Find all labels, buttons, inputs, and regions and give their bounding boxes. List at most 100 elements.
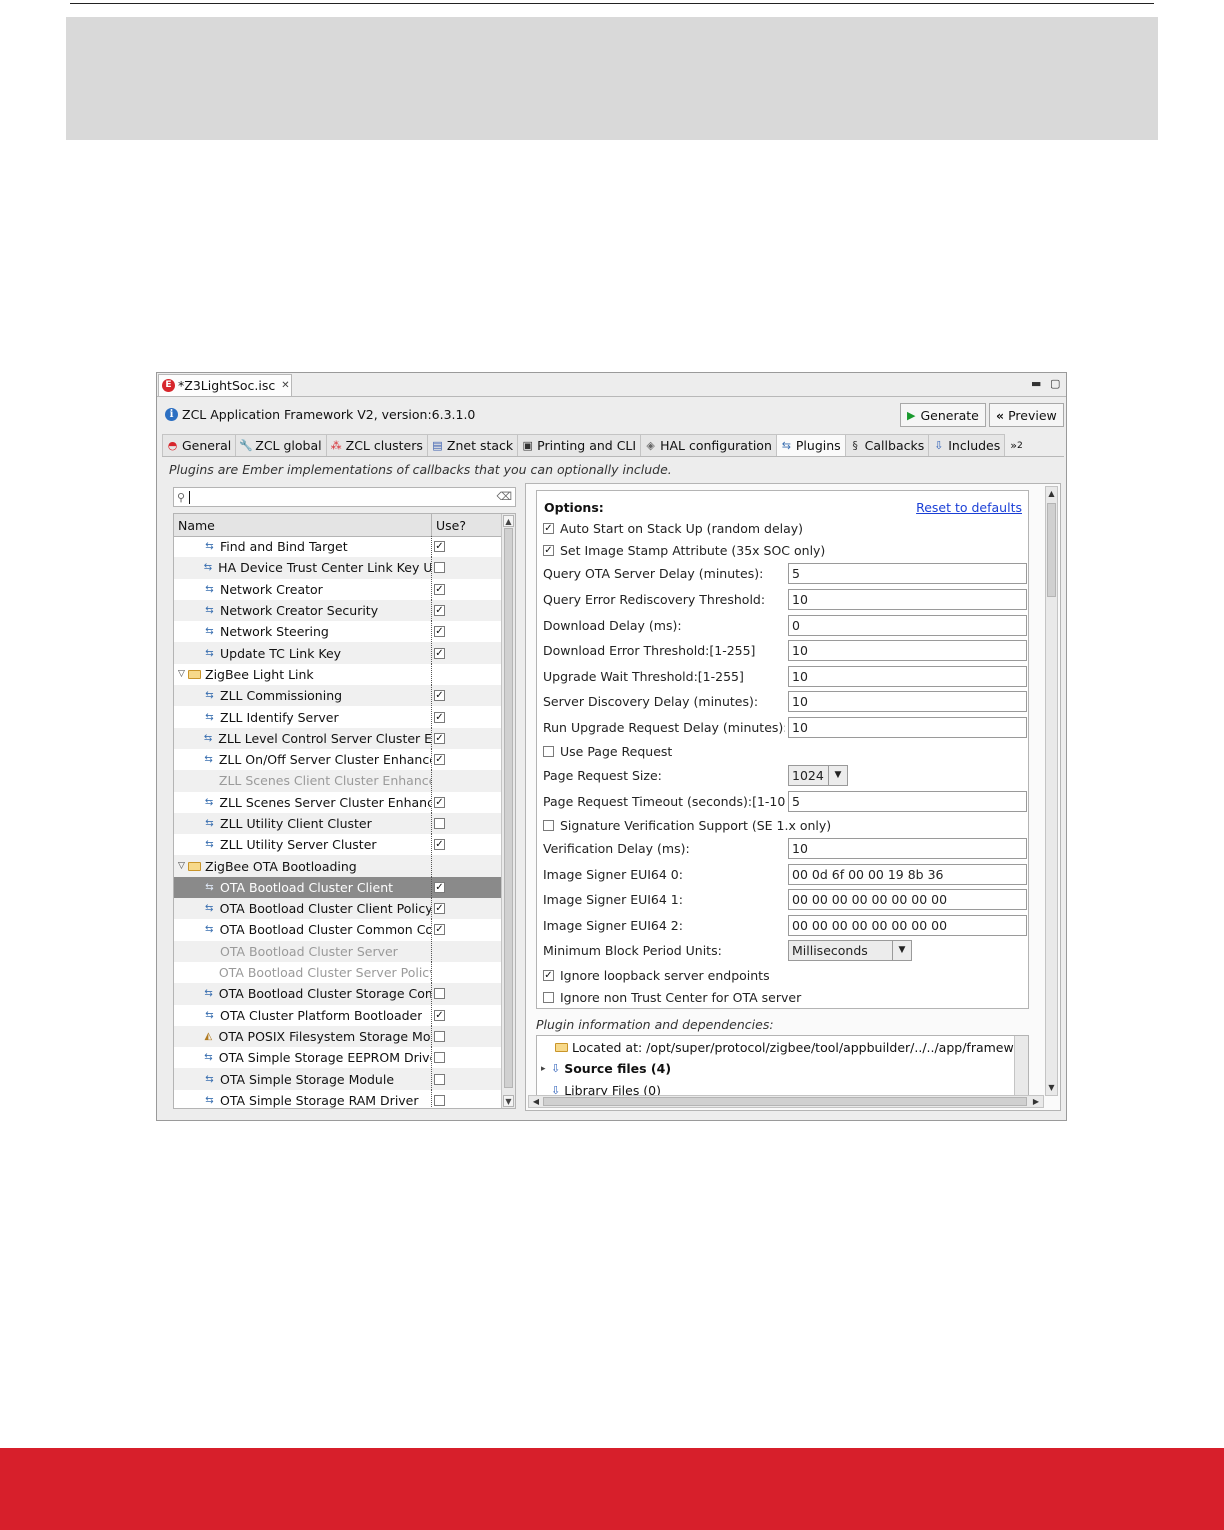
dropdown-arrow-icon[interactable]: ▼	[892, 940, 911, 960]
located-row[interactable]: Located at: /opt/super/protocol/zigbee/t…	[555, 1037, 1027, 1058]
close-tab-icon[interactable]: ✕	[281, 380, 289, 391]
tree-group-row[interactable]: ▽ ZigBee OTA Bootloading	[174, 855, 501, 877]
use-checkbox[interactable]: ✓	[434, 732, 445, 744]
tab-zcl-clusters[interactable]: ⁂ ZCL clusters	[325, 434, 428, 456]
filter-input[interactable]: ⚲ ⌫	[173, 487, 516, 507]
scroll-down-icon[interactable]: ▼	[1046, 1082, 1057, 1094]
table-row[interactable]: ⇆ OTA Bootload Cluster Client ✓	[174, 876, 501, 899]
table-row[interactable]: ZLL Scenes Client Cluster Enhance	[174, 770, 501, 792]
scroll-thumb[interactable]	[1047, 503, 1056, 597]
scroll-up-icon[interactable]: ▲	[1046, 488, 1057, 500]
table-row[interactable]: ⇆ OTA Simple Storage RAM Driver	[174, 1089, 501, 1108]
option-checkbox[interactable]: ✓	[543, 969, 554, 981]
table-row[interactable]: ⇆ ZLL Utility Server Cluster ✓	[174, 834, 501, 856]
options-scrollbar[interactable]: ▲ ▼	[1045, 486, 1058, 1096]
expand-arrow-icon[interactable]: ▸	[541, 1064, 551, 1074]
use-checkbox[interactable]: ✓	[434, 881, 445, 893]
scroll-up-icon[interactable]: ▲	[503, 515, 514, 527]
table-row[interactable]: ⇆ ZLL On/Off Server Cluster Enhance ✓	[174, 749, 501, 771]
option-input[interactable]: 10	[788, 716, 1027, 738]
generate-button[interactable]: ▶ Generate	[900, 403, 986, 427]
collapse-arrow-icon[interactable]: ▽	[178, 861, 188, 871]
use-checkbox[interactable]	[434, 562, 445, 574]
use-checkbox[interactable]: ✓	[434, 924, 445, 936]
use-checkbox[interactable]: ✓	[434, 903, 445, 915]
option-input[interactable]: 00 00 00 00 00 00 00 00	[788, 888, 1027, 910]
table-row[interactable]: ⇆ ZLL Level Control Server Cluster En ✓	[174, 727, 501, 749]
table-row[interactable]: ⇆ OTA Bootload Cluster Storage Com	[174, 983, 501, 1005]
table-row[interactable]: ⇆ Update TC Link Key ✓	[174, 642, 501, 664]
option-checkbox-row[interactable]: Ignore non Trust Center for OTA server	[543, 986, 1023, 1008]
source-files-row[interactable]: ▸ ⇩ Source files (4)	[541, 1058, 671, 1079]
tab-includes[interactable]: ⇩ Includes	[928, 434, 1006, 456]
tab-zcl-global[interactable]: 🔧 ZCL global	[235, 434, 327, 456]
tab-hal-configuration[interactable]: ◈ HAL configuration	[640, 434, 777, 456]
use-checkbox[interactable]: ✓	[434, 1009, 445, 1021]
table-row[interactable]: ⇆ ZLL Identify Server ✓	[174, 706, 501, 728]
use-checkbox[interactable]	[434, 1073, 445, 1085]
use-checkbox[interactable]: ✓	[434, 839, 445, 851]
use-checkbox[interactable]: ✓	[434, 796, 445, 808]
use-checkbox[interactable]	[434, 1094, 445, 1106]
option-checkbox[interactable]	[543, 819, 554, 831]
tab-callbacks[interactable]: § Callbacks	[844, 434, 930, 456]
use-checkbox[interactable]: ✓	[434, 583, 445, 595]
tab-plugins[interactable]: ⇆ Plugins	[775, 434, 846, 456]
options-hscrollbar[interactable]: ◀ ▶	[528, 1095, 1044, 1108]
hscroll-thumb[interactable]	[543, 1097, 1027, 1106]
table-row[interactable]: ⇆ ZLL Utility Client Cluster	[174, 812, 501, 835]
option-input[interactable]: 10	[788, 639, 1027, 661]
dropdown-arrow-icon[interactable]: ▼	[828, 765, 847, 785]
table-row[interactable]: ⇆ ZLL Commissioning ✓	[174, 685, 501, 707]
table-row[interactable]: ⇆ Network Creator Security ✓	[174, 599, 501, 622]
editor-tab[interactable]: E *Z3LightSoc.isc ✕	[158, 374, 292, 396]
table-row[interactable]: ⇆ OTA Simple Storage EEPROM Drive	[174, 1047, 501, 1069]
table-row[interactable]: ⇆ OTA Cluster Platform Bootloader ✓	[174, 1004, 501, 1026]
scroll-left-icon[interactable]: ◀	[530, 1096, 542, 1107]
more-tabs-button[interactable]: » 2	[1010, 434, 1023, 456]
option-checkbox-row[interactable]: ✓ Set Image Stamp Attribute (35x SOC only…	[543, 539, 1023, 561]
option-input[interactable]: 10	[788, 837, 1027, 859]
option-input[interactable]: 10	[788, 665, 1027, 687]
option-input[interactable]: 5	[788, 562, 1027, 584]
use-checkbox[interactable]	[434, 988, 445, 1000]
table-row[interactable]: ⇆ Network Creator ✓	[174, 578, 501, 600]
option-checkbox-row[interactable]: ✓ Ignore loopback server endpoints	[543, 964, 1023, 986]
option-checkbox-row[interactable]: ✓ Auto Start on Stack Up (random delay)	[543, 517, 1023, 539]
maximize-icon[interactable]: ▢	[1050, 377, 1060, 390]
table-row[interactable]: ⇆ Find and Bind Target ✓	[174, 536, 501, 558]
preview-button[interactable]: « Preview	[989, 403, 1064, 427]
table-row[interactable]: OTA Bootload Cluster Server	[174, 940, 501, 962]
column-header-use[interactable]: Use?	[432, 514, 500, 536]
table-row[interactable]: ⇆ OTA Bootload Cluster Common Co ✓	[174, 919, 501, 941]
option-input[interactable]: 00 0d 6f 00 00 19 8b 36	[788, 863, 1027, 885]
option-checkbox[interactable]: ✓	[543, 544, 554, 556]
info-scrollbar[interactable]	[1014, 1036, 1028, 1104]
use-checkbox[interactable]	[434, 1030, 445, 1042]
reset-defaults-link[interactable]: Reset to defaults	[916, 500, 1022, 515]
option-checkbox[interactable]: ✓	[543, 522, 554, 534]
table-row[interactable]: ⇆ OTA Bootload Cluster Client Policy ✓	[174, 898, 501, 920]
option-input[interactable]: 00 00 00 00 00 00 00 00	[788, 914, 1027, 936]
use-checkbox[interactable]: ✓	[434, 541, 445, 553]
tab-printing-cli[interactable]: ▣ Printing and CLI	[517, 434, 642, 456]
minimize-icon[interactable]: ▬	[1031, 377, 1041, 390]
use-checkbox[interactable]: ✓	[434, 647, 445, 659]
option-checkbox-row[interactable]: Use Page Request	[543, 740, 1023, 762]
option-select[interactable]: Milliseconds ▼	[788, 939, 912, 961]
clear-filter-icon[interactable]: ⌫	[496, 490, 512, 503]
column-header-name[interactable]: Name	[174, 514, 432, 536]
use-checkbox[interactable]: ✓	[434, 626, 445, 638]
scroll-thumb[interactable]	[504, 528, 513, 1088]
use-checkbox[interactable]	[434, 818, 445, 829]
option-checkbox[interactable]	[543, 991, 554, 1003]
option-select[interactable]: 1024 ▼	[788, 764, 848, 786]
table-row[interactable]: OTA Bootload Cluster Server Policy	[174, 962, 501, 984]
tree-group-row[interactable]: ▽ ZigBee Light Link	[174, 663, 501, 685]
use-checkbox[interactable]: ✓	[434, 754, 445, 766]
table-row[interactable]: ⇆ HA Device Trust Center Link Key Up	[174, 557, 501, 579]
option-checkbox-row[interactable]: Signature Verification Support (SE 1.x o…	[543, 814, 1023, 836]
tree-scrollbar[interactable]: ▲ ▼	[501, 514, 515, 1108]
option-input[interactable]: 10	[788, 690, 1027, 712]
use-checkbox[interactable]	[434, 1052, 445, 1064]
